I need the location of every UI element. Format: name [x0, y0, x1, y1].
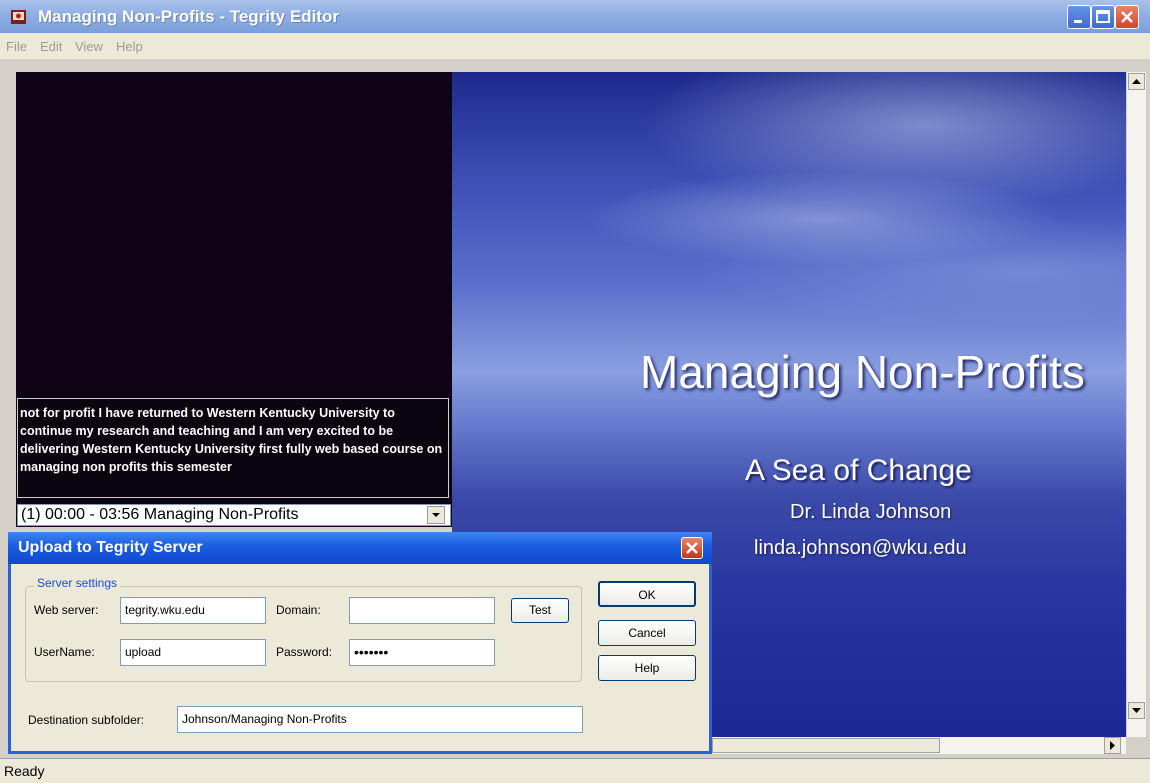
ok-button[interactable]: OK [598, 581, 696, 607]
close-window-button[interactable] [1115, 5, 1139, 29]
password-label: Password: [276, 645, 333, 659]
maximize-button[interactable] [1091, 5, 1115, 29]
slide-email: linda.johnson@wku.edu [754, 537, 967, 559]
test-button[interactable]: Test [511, 598, 569, 623]
tegrity-app-icon[interactable] [10, 8, 28, 26]
web-server-field[interactable]: tegrity.wku.edu [120, 597, 266, 624]
slide-title: Managing Non-Profits [640, 346, 1085, 398]
status-text: Ready [4, 763, 45, 779]
password-field[interactable]: ••••••• [349, 639, 495, 666]
menu-help[interactable]: Help [116, 39, 143, 54]
slide-subtitle: A Sea of Change [745, 454, 972, 487]
destination-label: Destination subfolder: [28, 713, 145, 727]
window-title: Managing Non-Profits - Tegrity Editor [38, 7, 339, 26]
vertical-scrollbar[interactable] [1126, 72, 1146, 737]
dialog-close-icon[interactable] [681, 537, 703, 559]
scroll-down-icon[interactable] [1128, 702, 1145, 719]
menu-view[interactable]: View [75, 39, 103, 54]
destination-field[interactable]: Johnson/Managing Non-Profits [177, 706, 583, 733]
cancel-button[interactable]: Cancel [598, 620, 696, 646]
minimize-button[interactable] [1067, 5, 1091, 29]
dialog-title: Upload to Tegrity Server [18, 539, 203, 556]
username-field[interactable]: upload [120, 639, 266, 666]
slide-author: Dr. Linda Johnson [790, 501, 952, 523]
domain-label: Domain: [276, 603, 321, 617]
horizontal-scroll-thumb[interactable] [712, 738, 940, 753]
caption-text: not for profit I have returned to Wester… [20, 406, 443, 474]
web-server-label: Web server: [34, 603, 99, 617]
menu-edit[interactable]: Edit [40, 39, 62, 54]
domain-field[interactable] [349, 597, 495, 624]
video-area[interactable] [18, 72, 450, 397]
scroll-up-icon[interactable] [1128, 73, 1145, 90]
scroll-right-icon[interactable] [1104, 737, 1121, 754]
server-settings-group [25, 586, 582, 682]
chapter-selected-value: (1) 00:00 - 03:56 Managing Non-Profits [21, 506, 299, 523]
menu-bar: File Edit View Help [0, 33, 1150, 60]
status-bar [0, 758, 1150, 783]
dropdown-arrow-icon[interactable] [427, 506, 445, 524]
menu-file[interactable]: File [6, 39, 27, 54]
help-button[interactable]: Help [598, 655, 696, 681]
username-label: UserName: [34, 645, 95, 659]
server-settings-label: Server settings [34, 576, 121, 590]
